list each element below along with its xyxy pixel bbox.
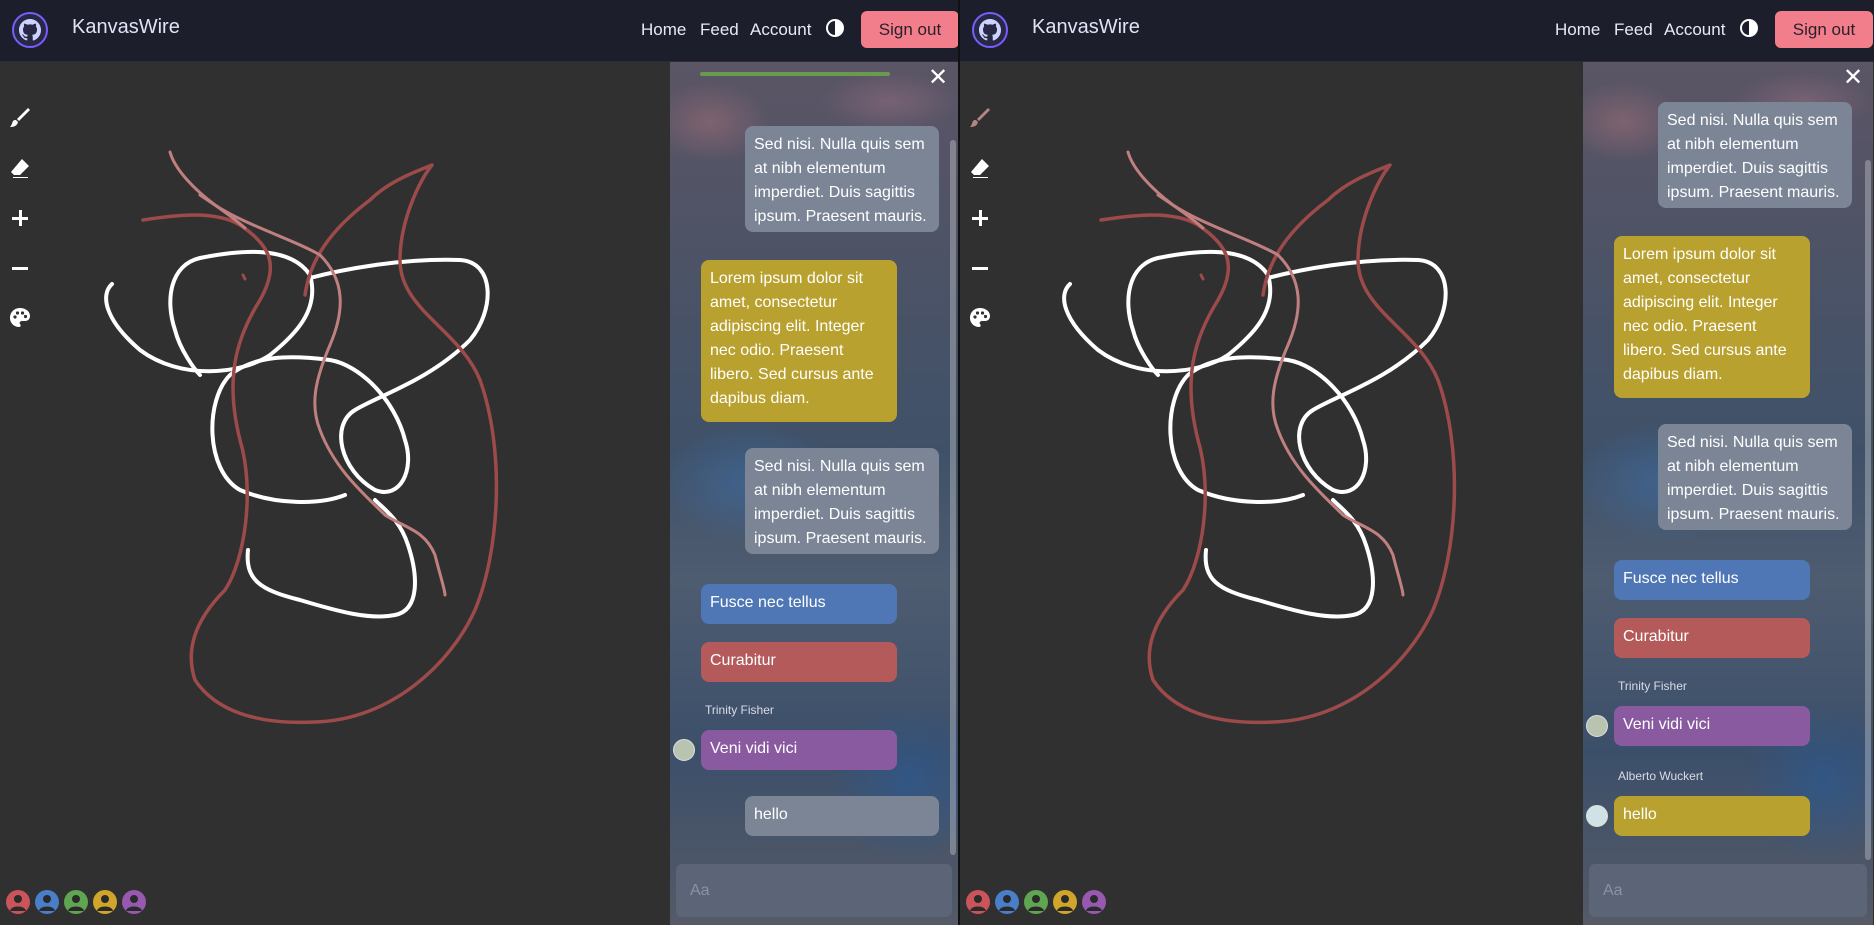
nav-home[interactable]: Home bbox=[1555, 20, 1600, 40]
chat-message: Sed nisi. Nulla quis sem at nibh element… bbox=[745, 126, 939, 232]
eraser-icon[interactable] bbox=[6, 154, 34, 182]
right-window: KanvasWire Home Feed Account Sign out ✕ … bbox=[960, 0, 1874, 925]
chat-message: hello bbox=[1614, 796, 1810, 836]
chat-message: Veni vidi vici bbox=[1614, 706, 1810, 746]
chat-message: Sed nisi. Nulla quis sem at nibh element… bbox=[1658, 424, 1852, 530]
avatar[interactable] bbox=[673, 739, 695, 761]
theme-toggle-icon[interactable] bbox=[825, 18, 845, 38]
sender-name: Trinity Fisher bbox=[1618, 679, 1687, 693]
chat-message: Veni vidi vici bbox=[701, 730, 897, 770]
chat-scrollbar[interactable] bbox=[950, 140, 956, 855]
avatar[interactable] bbox=[1586, 715, 1608, 737]
nav-account[interactable]: Account bbox=[1664, 20, 1725, 40]
nav-home[interactable]: Home bbox=[641, 20, 686, 40]
user-avatar-icon[interactable] bbox=[966, 890, 990, 914]
brush-icon[interactable] bbox=[966, 104, 994, 132]
user-avatar-icon[interactable] bbox=[35, 890, 59, 914]
nav-feed[interactable]: Feed bbox=[1614, 20, 1653, 40]
close-icon[interactable]: ✕ bbox=[926, 66, 950, 90]
user-avatar-icon[interactable] bbox=[122, 890, 146, 914]
chat-message: Fusce nec tellus bbox=[701, 584, 897, 624]
chat-message: Curabitur bbox=[701, 642, 897, 682]
minus-icon[interactable] bbox=[966, 254, 994, 282]
eraser-icon[interactable] bbox=[966, 154, 994, 182]
theme-toggle-icon[interactable] bbox=[1739, 18, 1759, 38]
chat-input[interactable] bbox=[676, 864, 952, 917]
nav-feed[interactable]: Feed bbox=[700, 20, 739, 40]
sign-out-button[interactable]: Sign out bbox=[1775, 11, 1873, 48]
user-avatar-icon[interactable] bbox=[1053, 890, 1077, 914]
user-avatar-icon[interactable] bbox=[93, 890, 117, 914]
user-avatar-icon[interactable] bbox=[6, 890, 30, 914]
github-logo-icon[interactable] bbox=[12, 12, 48, 48]
chat-input[interactable] bbox=[1589, 864, 1867, 917]
palette-icon[interactable] bbox=[966, 304, 994, 332]
drawing-canvas[interactable] bbox=[960, 62, 1583, 925]
drawing-strokes bbox=[104, 150, 499, 725]
chat-message: Fusce nec tellus bbox=[1614, 560, 1810, 600]
plus-icon[interactable] bbox=[6, 204, 34, 232]
plus-icon[interactable] bbox=[966, 204, 994, 232]
chat-panel: ✕ Sed nisi. Nulla quis sem at nibh eleme… bbox=[1583, 62, 1873, 925]
chat-message: Curabitur bbox=[1614, 618, 1810, 658]
chat-panel: ✕ Sed nisi. Nulla quis sem at nibh eleme… bbox=[670, 62, 958, 925]
user-avatar-icon[interactable] bbox=[995, 890, 1019, 914]
nav-account[interactable]: Account bbox=[750, 20, 811, 40]
user-avatar-icon[interactable] bbox=[1024, 890, 1048, 914]
top-navbar: KanvasWire Home Feed Account Sign out bbox=[960, 0, 1874, 62]
avatar[interactable] bbox=[1586, 805, 1608, 827]
sign-out-button[interactable]: Sign out bbox=[861, 11, 958, 48]
sender-name: Trinity Fisher bbox=[705, 703, 774, 717]
github-logo-icon[interactable] bbox=[972, 12, 1008, 48]
top-navbar: KanvasWire Home Feed Account Sign out bbox=[0, 0, 958, 62]
palette-icon[interactable] bbox=[6, 304, 34, 332]
user-avatar-icon[interactable] bbox=[64, 890, 88, 914]
drawing-canvas[interactable] bbox=[0, 62, 670, 925]
message-edge bbox=[700, 72, 890, 76]
chat-message: Lorem ipsum dolor sit amet, consectetur … bbox=[1614, 236, 1810, 398]
brand-title[interactable]: KanvasWire bbox=[1032, 16, 1140, 39]
minus-icon[interactable] bbox=[6, 254, 34, 282]
user-avatar-icon[interactable] bbox=[1082, 890, 1106, 914]
close-icon[interactable]: ✕ bbox=[1841, 66, 1865, 90]
chat-message: Sed nisi. Nulla quis sem at nibh element… bbox=[745, 448, 939, 554]
brand-title[interactable]: KanvasWire bbox=[72, 16, 180, 39]
chat-message: Lorem ipsum dolor sit amet, consectetur … bbox=[701, 260, 897, 422]
left-window: KanvasWire Home Feed Account Sign out ✕ … bbox=[0, 0, 958, 925]
sender-name: Alberto Wuckert bbox=[1618, 769, 1704, 783]
chat-scrollbar[interactable] bbox=[1865, 160, 1871, 860]
chat-message: Sed nisi. Nulla quis sem at nibh element… bbox=[1658, 102, 1852, 208]
drawing-strokes bbox=[1062, 150, 1457, 725]
chat-message: hello bbox=[745, 796, 939, 836]
brush-icon[interactable] bbox=[6, 104, 34, 132]
